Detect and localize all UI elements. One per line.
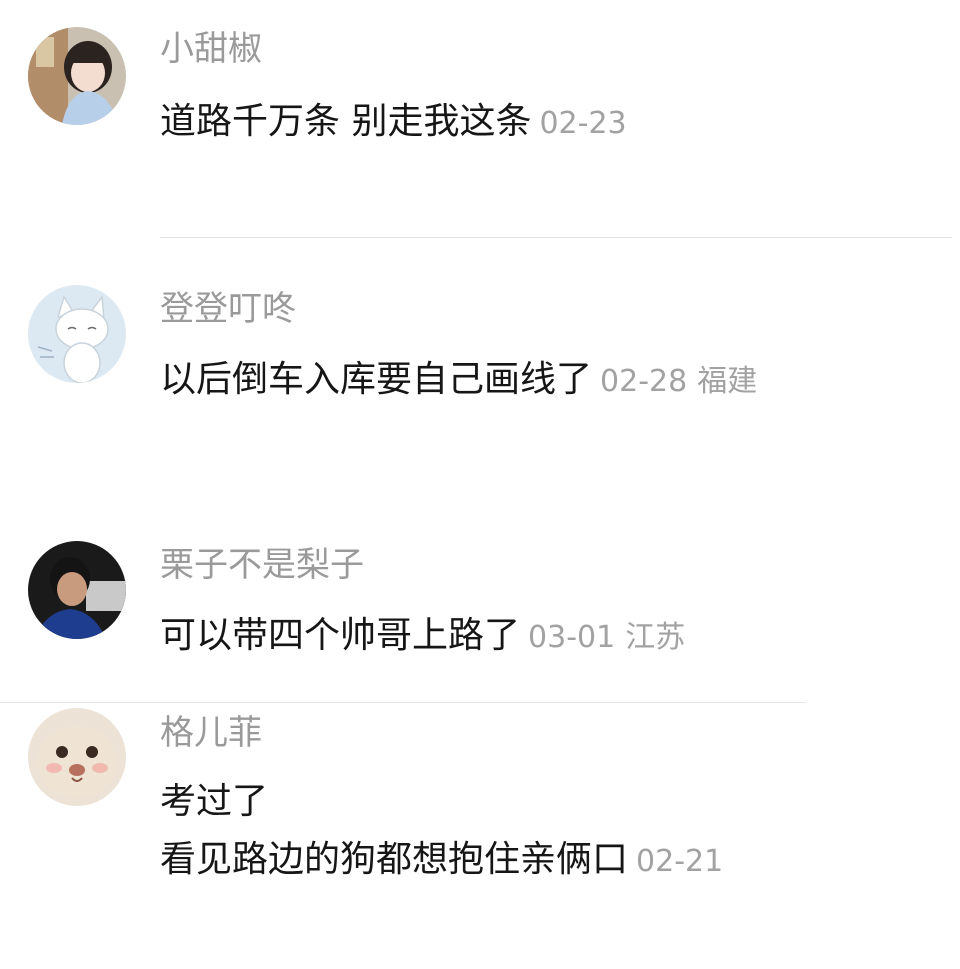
comment-item: 登登叮咚 以后倒车入库要自己画线了 02-28 福建 bbox=[0, 240, 960, 500]
comment-text: 看见路边的狗都想抱住亲俩口 02-21 bbox=[160, 842, 723, 878]
cat-cartoon-icon bbox=[28, 285, 126, 383]
avatar[interactable] bbox=[28, 708, 126, 806]
avatar[interactable] bbox=[28, 27, 126, 125]
comment-date: 02-21 bbox=[636, 844, 724, 879]
username[interactable]: 栗子不是梨子 bbox=[160, 548, 364, 582]
comment-line: 道路千万条 别走我这条 bbox=[160, 101, 532, 142]
comment-location: 福建 bbox=[697, 364, 758, 399]
comment-text: 以后倒车入库要自己画线了 02-28 福建 bbox=[160, 362, 757, 398]
username[interactable]: 小甜椒 bbox=[160, 32, 262, 66]
comment-date: 03-01 bbox=[528, 620, 616, 655]
user-photo-icon bbox=[28, 541, 126, 639]
comment-text: 道路千万条 别走我这条 02-23 bbox=[160, 104, 627, 140]
comment-location: 江苏 bbox=[625, 620, 686, 655]
comment-item: 格儿菲 考过了 看见路边的狗都想抱住亲俩口 02-21 bbox=[0, 700, 960, 969]
avatar[interactable] bbox=[28, 285, 126, 383]
comment-text: 可以带四个帅哥上路了 03-01 江苏 bbox=[160, 618, 685, 654]
comment-date: 02-28 bbox=[600, 364, 688, 399]
comment-line: 考过了 bbox=[160, 781, 269, 822]
divider bbox=[160, 237, 952, 238]
username[interactable]: 格儿菲 bbox=[160, 716, 262, 750]
comment-item: 栗子不是梨子 可以带四个帅哥上路了 03-01 江苏 bbox=[0, 500, 960, 700]
avatar[interactable] bbox=[28, 541, 126, 639]
comment-line: 看见路边的狗都想抱住亲俩口 bbox=[160, 839, 629, 880]
comment-line: 可以带四个帅哥上路了 bbox=[160, 615, 521, 656]
comment-line: 以后倒车入库要自己画线了 bbox=[160, 359, 593, 400]
user-photo-icon bbox=[28, 27, 126, 125]
comment-text: 考过了 bbox=[160, 784, 268, 820]
comment-item: 小甜椒 道路千万条 别走我这条 02-23 bbox=[0, 0, 960, 240]
username[interactable]: 登登叮咚 bbox=[160, 292, 296, 326]
cat-face-icon bbox=[28, 708, 126, 806]
comment-date: 02-23 bbox=[539, 106, 627, 141]
